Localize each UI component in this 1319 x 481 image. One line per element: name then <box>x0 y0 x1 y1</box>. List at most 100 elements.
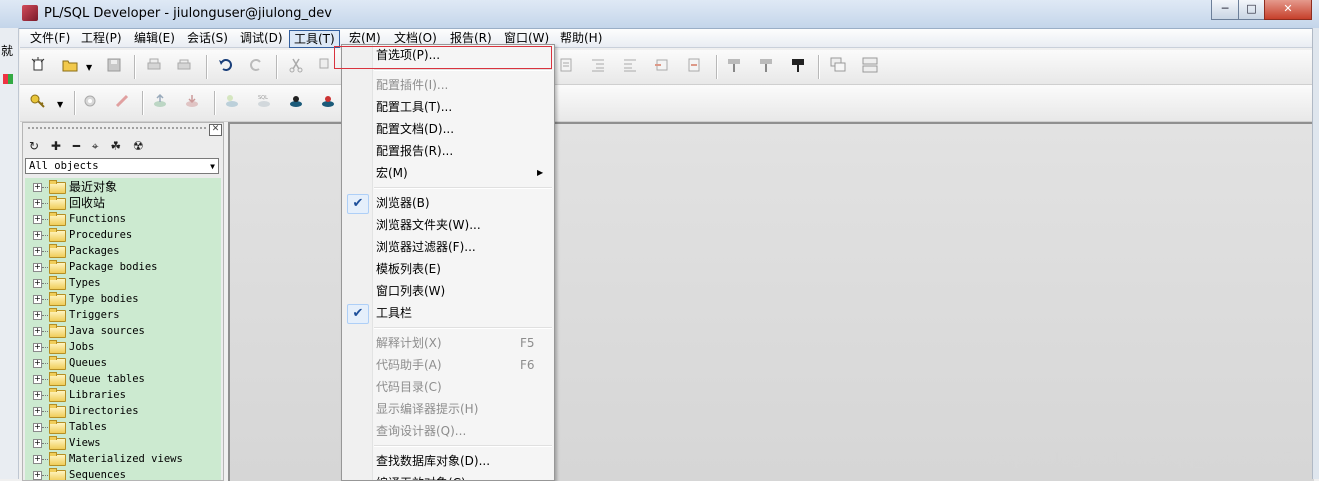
print-preview-icon[interactable] <box>176 57 196 77</box>
save-icon[interactable] <box>106 57 126 77</box>
print-icon[interactable] <box>146 57 166 77</box>
undo-icon[interactable] <box>218 57 238 77</box>
minimize-button[interactable]: ─ <box>1211 0 1239 20</box>
menu-item[interactable]: 查找数据库对象(D)... <box>342 450 554 472</box>
menu-item[interactable]: 配置插件(I)... <box>342 74 554 96</box>
new-icon[interactable] <box>30 57 50 77</box>
toolbar-separator <box>214 91 216 115</box>
expand-icon[interactable]: + <box>33 279 42 288</box>
cascade-windows-icon[interactable] <box>830 57 850 77</box>
expand-icon[interactable]: + <box>33 295 42 304</box>
tree-item[interactable]: + Tables <box>25 419 221 435</box>
commit-icon[interactable] <box>152 93 172 113</box>
menu-item[interactable]: 解释计划(X) F5 <box>342 332 554 354</box>
expand-icon[interactable]: + <box>33 327 42 336</box>
tree-item[interactable]: + Java sources <box>25 323 221 339</box>
object-filter-select[interactable]: All objects ▼ <box>25 158 219 174</box>
tree-item[interactable]: + Sequences <box>25 467 221 480</box>
menu-item[interactable]: ✔ 浏览器(B) <box>342 192 554 214</box>
tile-windows-icon[interactable] <box>862 57 882 77</box>
menu-item[interactable]: ✔ 工具栏 <box>342 302 554 324</box>
menu-item[interactable]: 配置工具(T)... <box>342 96 554 118</box>
comment-icon[interactable] <box>622 57 642 77</box>
expand-icon[interactable]: + <box>33 391 42 400</box>
panel-drag-grip[interactable] <box>27 126 207 131</box>
rollback-icon[interactable] <box>184 93 204 113</box>
menu-debug[interactable]: 调试(D) <box>236 30 287 46</box>
sql-command-icon[interactable]: SQL <box>256 93 276 113</box>
menu-item[interactable]: 窗口列表(W) <box>342 280 554 302</box>
menu-tools[interactable]: 工具(T) <box>289 30 340 48</box>
expand-icon[interactable]: + <box>33 183 42 192</box>
tree-item[interactable]: + Directories <box>25 403 221 419</box>
tree-item[interactable]: + Functions <box>25 211 221 227</box>
menu-session[interactable]: 会话(S) <box>183 30 232 46</box>
log-on-key-icon[interactable] <box>30 93 50 113</box>
tree-item[interactable]: + Types <box>25 275 221 291</box>
menu-item[interactable]: 代码目录(C) <box>342 376 554 398</box>
menu-file[interactable]: 文件(F) <box>26 30 74 46</box>
cut-icon[interactable] <box>288 57 308 77</box>
expand-icon[interactable]: + <box>33 199 42 208</box>
uncomment-icon[interactable] <box>654 57 674 77</box>
log-on-dropdown-arrow-icon[interactable]: ▼ <box>57 100 63 109</box>
menu-item[interactable]: 编译无效对象(C)... <box>342 472 554 480</box>
panel-close-icon[interactable]: ✕ <box>209 124 222 136</box>
menu-item[interactable]: 查询设计器(Q)... <box>342 420 554 442</box>
menu-item[interactable]: 配置文档(D)... <box>342 118 554 140</box>
debug-step-icon[interactable] <box>758 57 778 77</box>
indent-icon[interactable] <box>558 57 578 77</box>
expand-icon[interactable]: + <box>33 231 42 240</box>
expand-icon[interactable]: + <box>33 439 42 448</box>
menu-item[interactable]: 模板列表(E) <box>342 258 554 280</box>
tree-item[interactable]: + 回收站 <box>25 195 221 211</box>
expand-icon[interactable]: + <box>33 375 42 384</box>
tree-item[interactable]: + Jobs <box>25 339 221 355</box>
menu-item[interactable]: 配置报告(R)... <box>342 140 554 162</box>
debug-start-icon[interactable] <box>726 57 746 77</box>
find-icon[interactable] <box>686 57 706 77</box>
break-icon[interactable] <box>114 93 134 113</box>
expand-icon[interactable]: + <box>33 311 42 320</box>
menu-help[interactable]: 帮助(H) <box>556 30 606 46</box>
expand-icon[interactable]: + <box>33 263 42 272</box>
tree-item[interactable]: + Views <box>25 435 221 451</box>
open-folder-icon[interactable] <box>62 57 82 77</box>
expand-icon[interactable]: + <box>33 407 42 416</box>
report-icon[interactable] <box>320 93 340 113</box>
menu-item[interactable]: 显示编译器提示(H) <box>342 398 554 420</box>
menu-project[interactable]: 工程(P) <box>77 30 126 46</box>
maximize-button[interactable]: □ <box>1238 0 1265 20</box>
redo-icon[interactable] <box>248 57 268 77</box>
tree-item[interactable]: + Packages <box>25 243 221 259</box>
expand-icon[interactable]: + <box>33 423 42 432</box>
explain-plan-icon[interactable] <box>288 93 308 113</box>
tree-item[interactable]: + Triggers <box>25 307 221 323</box>
expand-icon[interactable]: + <box>33 455 42 464</box>
tree-item[interactable]: + Queue tables <box>25 371 221 387</box>
close-button[interactable]: ✕ <box>1264 0 1312 20</box>
open-dropdown-arrow-icon[interactable]: ▼ <box>86 63 92 72</box>
tree-item[interactable]: + Queues <box>25 355 221 371</box>
expand-icon[interactable]: + <box>33 343 42 352</box>
expand-icon[interactable]: + <box>33 359 42 368</box>
execute-gear-icon[interactable] <box>82 93 102 113</box>
tree-item[interactable]: + 最近对象 <box>25 179 221 195</box>
object-browser-toolbar[interactable]: ↻ ✚ ━ ⌖ ☘ ☢ <box>29 139 148 153</box>
menu-item-label: 显示编译器提示(H) <box>376 402 479 416</box>
tree-item[interactable]: + Type bodies <box>25 291 221 307</box>
sql-window-icon[interactable] <box>224 93 244 113</box>
tree-item[interactable]: + Procedures <box>25 227 221 243</box>
expand-icon[interactable]: + <box>33 215 42 224</box>
expand-icon[interactable]: + <box>33 247 42 256</box>
menu-item[interactable]: 浏览器过滤器(F)... <box>342 236 554 258</box>
unindent-icon[interactable] <box>590 57 610 77</box>
menu-item[interactable]: 浏览器文件夹(W)... <box>342 214 554 236</box>
tree-item[interactable]: + Libraries <box>25 387 221 403</box>
menu-edit[interactable]: 编辑(E) <box>130 30 179 46</box>
tree-item[interactable]: + Materialized views <box>25 451 221 467</box>
tree-item[interactable]: + Package bodies <box>25 259 221 275</box>
menu-item[interactable]: 代码助手(A) F6 <box>342 354 554 376</box>
menu-item[interactable]: 宏(M) ▶ <box>342 162 554 184</box>
debug-run-icon[interactable] <box>790 57 810 77</box>
